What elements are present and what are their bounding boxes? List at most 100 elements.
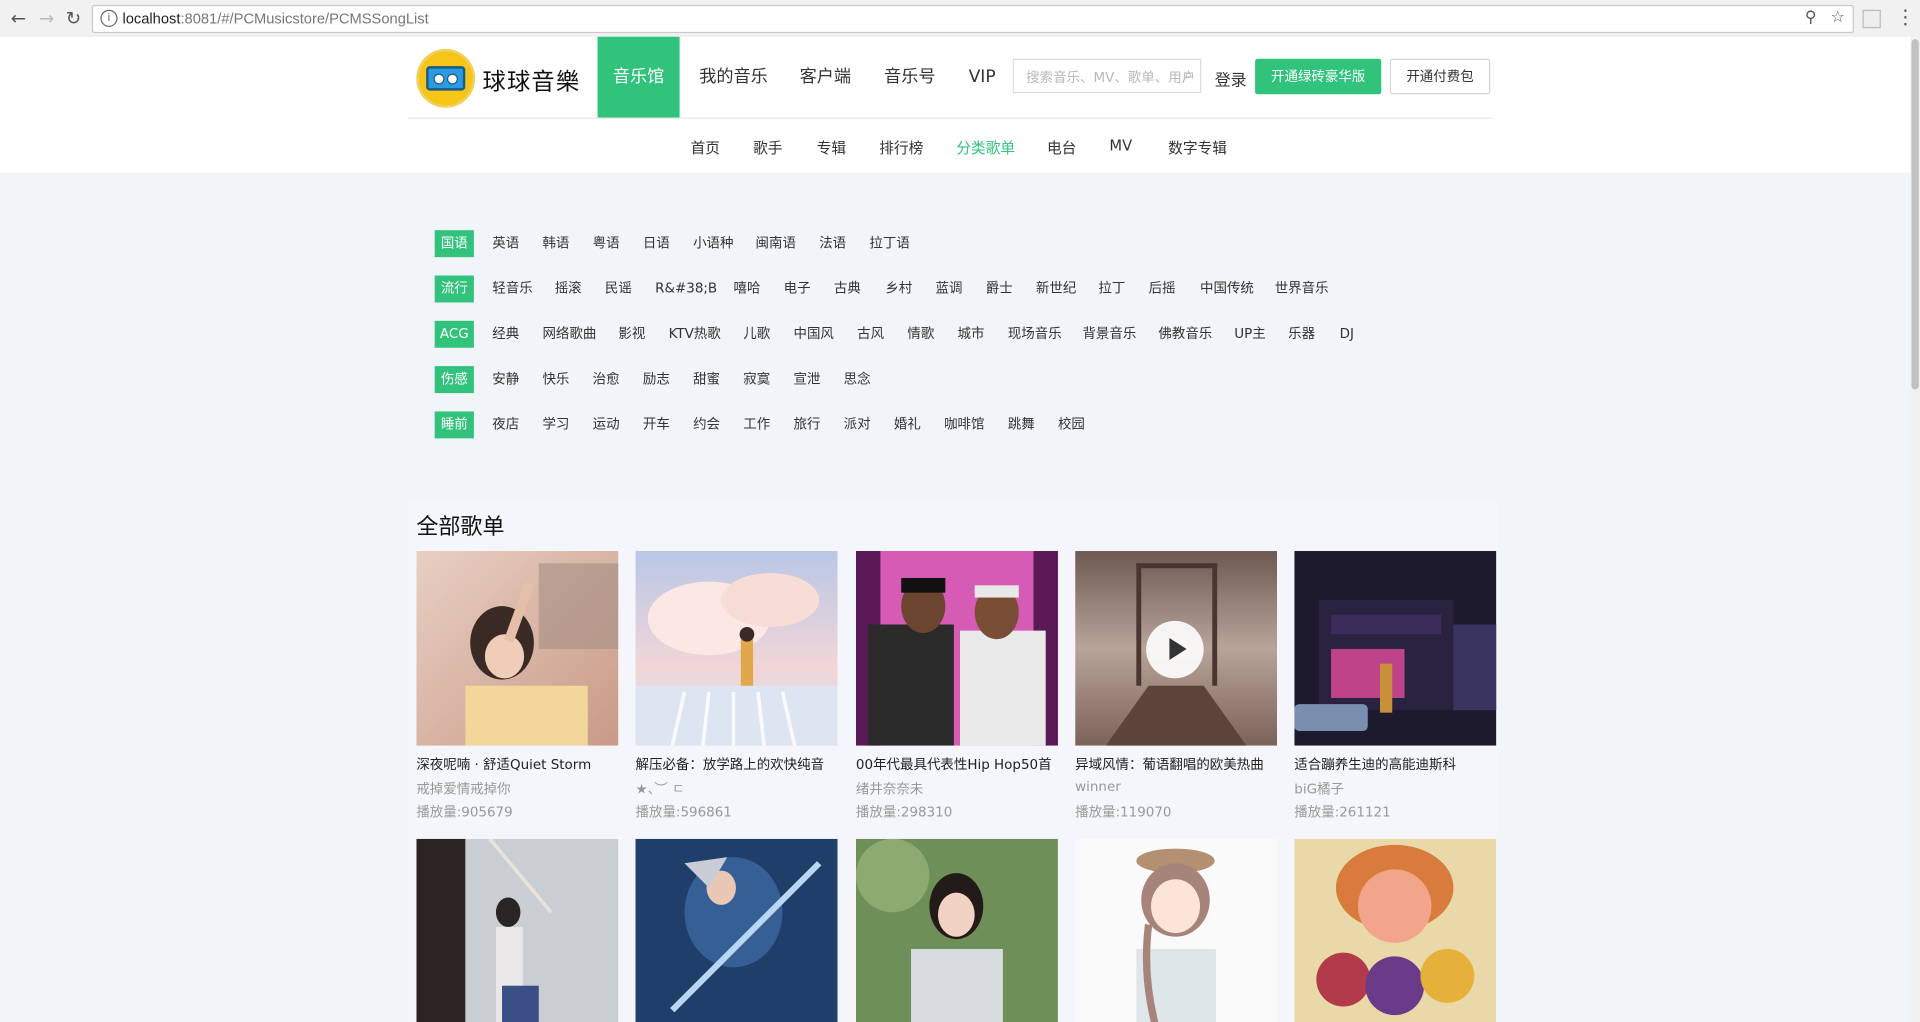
nav-client[interactable]: 客户端 <box>800 37 851 118</box>
tag[interactable]: 蓝调 <box>936 276 963 303</box>
playlist-cover[interactable] <box>855 551 1058 746</box>
tag[interactable]: 佛教音乐 <box>1158 321 1212 348</box>
subnav-category-playlists[interactable]: 分类歌单 <box>956 137 1015 158</box>
playlist-cover[interactable] <box>416 838 619 1022</box>
login-link[interactable]: 登录 <box>1215 67 1247 90</box>
playlist-creator[interactable]: 绪井奈奈未 <box>856 779 923 799</box>
tag[interactable]: 运动 <box>593 411 620 438</box>
tag[interactable]: 夜店 <box>492 411 519 438</box>
tag[interactable]: 摇滚 <box>555 276 582 303</box>
tag[interactable]: 派对 <box>844 411 871 438</box>
tag[interactable]: 城市 <box>958 321 985 348</box>
tag[interactable]: 日语 <box>643 230 670 257</box>
subscribe-paid-pack-button[interactable]: 开通付费包 <box>1389 58 1491 95</box>
info-icon[interactable]: i <box>100 9 118 27</box>
tag[interactable]: R&#38;B <box>655 276 717 303</box>
playlist-creator[interactable]: ★、︶ ㄷ <box>636 779 685 799</box>
tag[interactable]: 网络歌曲 <box>542 321 596 348</box>
tag[interactable]: 工作 <box>743 411 770 438</box>
tag[interactable]: 嘻哈 <box>733 276 760 303</box>
playlist-title[interactable]: 深夜呢喃 · 舒适Quiet Storm <box>416 754 624 774</box>
playlist-title[interactable]: 00年代最具代表性Hip Hop50首 <box>856 754 1064 774</box>
tag[interactable]: KTV热歌 <box>669 321 721 348</box>
tag[interactable]: 乐器 <box>1288 321 1315 348</box>
browser-menu-icon[interactable]: ⋮ <box>1896 6 1916 28</box>
tag[interactable]: DJ <box>1340 321 1354 348</box>
tag[interactable]: 电子 <box>784 276 811 303</box>
subscribe-luxury-button[interactable]: 开通绿砖豪华版 <box>1255 58 1382 95</box>
tag[interactable]: 旅行 <box>793 411 820 438</box>
tag[interactable]: 跳舞 <box>1008 411 1035 438</box>
search-icon[interactable]: ⌕ <box>1184 66 1192 84</box>
playlist-cover[interactable] <box>416 551 619 746</box>
address-bar[interactable]: i localhost:8081/#/PCMusicstore/PCMSSong… <box>91 4 1854 34</box>
subnav-singers[interactable]: 歌手 <box>753 137 782 158</box>
tag-head[interactable]: 伤感 <box>434 366 474 394</box>
tag[interactable]: 闽南语 <box>756 230 796 257</box>
tag[interactable]: 拉丁 <box>1098 276 1125 303</box>
tag[interactable]: 新世纪 <box>1036 276 1076 303</box>
tag[interactable]: 儿歌 <box>743 321 770 348</box>
playlist-title[interactable]: 适合蹦养生迪的高能迪斯科 <box>1294 754 1502 774</box>
nav-music-hall[interactable]: 音乐馆 <box>597 36 680 118</box>
playlist-creator[interactable]: 戒掉爱情戒掉你 <box>416 779 510 799</box>
playlist-cover[interactable] <box>1075 551 1278 746</box>
tag[interactable]: 快乐 <box>542 366 569 393</box>
tag[interactable]: 咖啡馆 <box>944 411 984 438</box>
playlist-cover[interactable] <box>1294 838 1497 1022</box>
tag[interactable]: 思念 <box>844 366 871 393</box>
back-arrow-icon[interactable]: ← <box>7 7 29 29</box>
tag[interactable]: 甜蜜 <box>693 366 720 393</box>
subnav-radio[interactable]: 电台 <box>1047 137 1076 158</box>
playlist-creator[interactable]: winner <box>1075 779 1121 795</box>
bookmark-star-icon[interactable]: ☆ <box>1831 9 1845 27</box>
playlist-creator[interactable]: biG橘子 <box>1294 779 1344 799</box>
search-input[interactable]: 搜索音乐、MV、歌单、用户 ⌕ <box>1012 58 1202 94</box>
subnav-charts[interactable]: 排行榜 <box>879 137 923 158</box>
tag[interactable]: 情歌 <box>907 321 934 348</box>
scrollbar-thumb[interactable] <box>1911 39 1919 390</box>
tag[interactable]: 古典 <box>834 276 861 303</box>
tag-head[interactable]: 睡前 <box>434 411 474 439</box>
tag[interactable]: 学习 <box>542 411 569 438</box>
subnav-albums[interactable]: 专辑 <box>817 137 846 158</box>
tag[interactable]: 拉丁语 <box>869 230 909 257</box>
tag-head[interactable]: 国语 <box>434 230 474 258</box>
tag[interactable]: 婚礼 <box>894 411 921 438</box>
tag[interactable]: 宣泄 <box>793 366 820 393</box>
tag[interactable]: 背景音乐 <box>1082 321 1136 348</box>
nav-music-account[interactable]: 音乐号 <box>884 37 935 118</box>
forward-arrow-icon[interactable]: → <box>36 7 58 29</box>
page-scrollbar[interactable] <box>1910 36 1920 1022</box>
nav-vip[interactable]: VIP <box>969 37 996 118</box>
logo[interactable] <box>416 48 476 108</box>
tag[interactable]: 古风 <box>857 321 884 348</box>
tag[interactable]: 英语 <box>492 230 519 257</box>
play-icon[interactable] <box>1146 620 1204 679</box>
tag[interactable]: 轻音乐 <box>492 276 532 303</box>
tag[interactable]: 乡村 <box>885 276 912 303</box>
tag[interactable]: 经典 <box>492 321 519 348</box>
playlist-cover[interactable] <box>635 551 838 746</box>
zoom-icon[interactable]: ⚲ <box>1805 9 1817 27</box>
tag[interactable]: 寂寞 <box>743 366 770 393</box>
tag[interactable]: 韩语 <box>542 230 569 257</box>
subnav-digital-albums[interactable]: 数字专辑 <box>1168 137 1227 158</box>
tag-head[interactable]: ACG <box>434 320 474 348</box>
tag[interactable]: 治愈 <box>593 366 620 393</box>
tag[interactable]: 爵士 <box>986 276 1013 303</box>
playlist-cover[interactable] <box>635 838 838 1022</box>
reload-icon[interactable]: ↻ <box>62 7 84 29</box>
tag[interactable]: 影视 <box>618 321 645 348</box>
tag-head[interactable]: 流行 <box>434 275 474 303</box>
tag[interactable]: 校园 <box>1058 411 1085 438</box>
subnav-mv[interactable]: MV <box>1109 137 1132 154</box>
tag[interactable]: 中国传统 <box>1200 276 1254 303</box>
tag[interactable]: 粤语 <box>593 230 620 257</box>
extension-icon[interactable] <box>1862 9 1881 29</box>
tag[interactable]: 励志 <box>643 366 670 393</box>
playlist-title[interactable]: 解压必备：放学路上的欢快纯音 <box>636 754 844 774</box>
playlist-title[interactable]: 异域风情：葡语翻唱的欧美热曲 <box>1075 754 1283 774</box>
tag[interactable]: 民谣 <box>605 276 632 303</box>
tag[interactable]: 后摇 <box>1149 276 1176 303</box>
